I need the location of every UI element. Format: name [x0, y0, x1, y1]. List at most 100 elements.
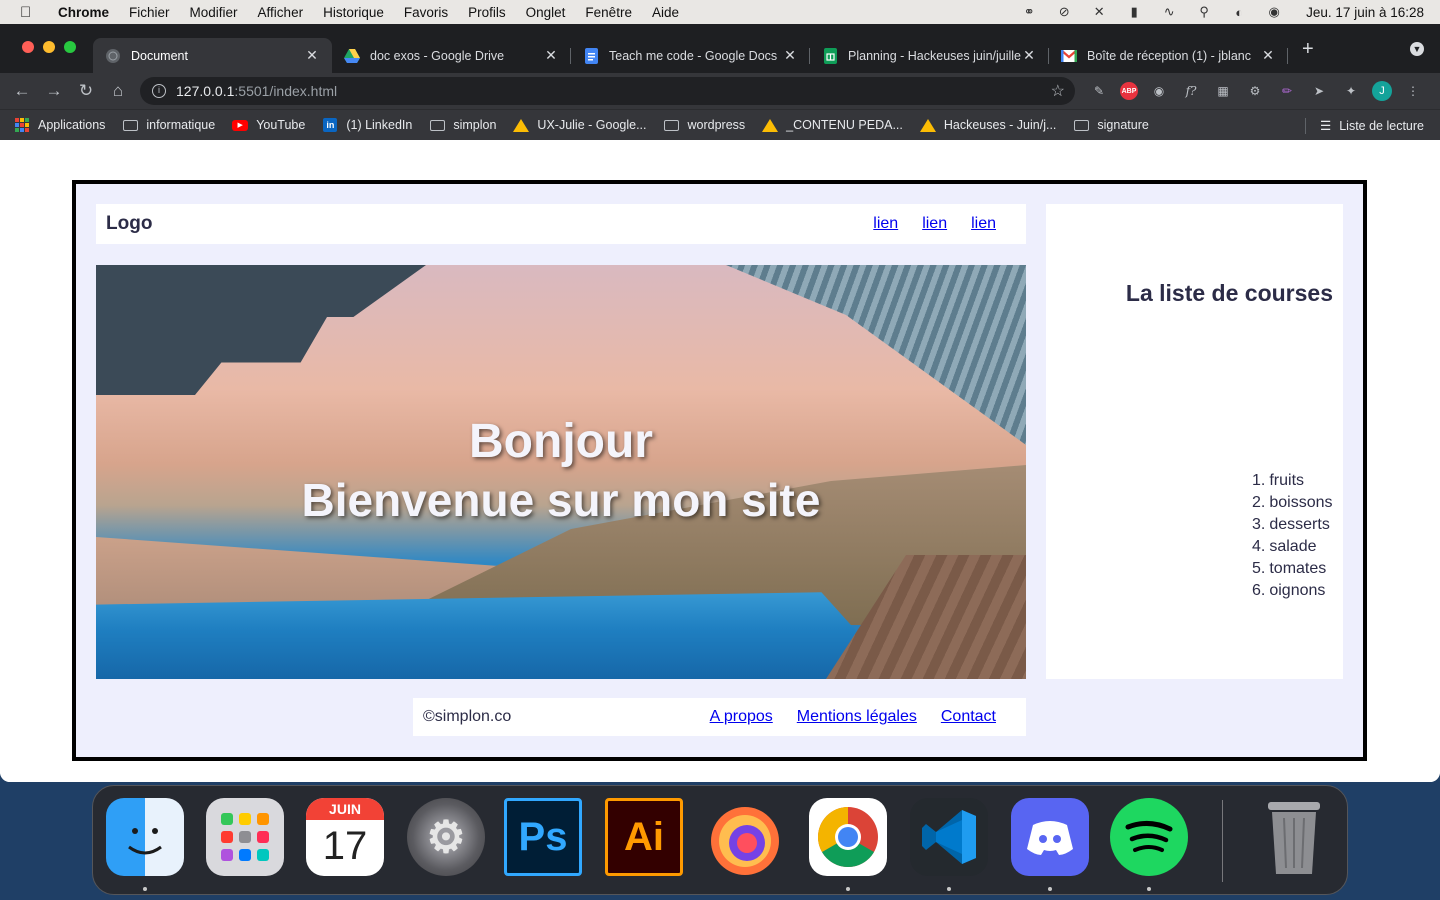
google-drive-icon — [919, 118, 936, 132]
new-tab-icon[interactable]: + — [1302, 38, 1314, 61]
bookmark-hackeuses[interactable]: Hackeuses - Juin/j... — [919, 118, 1057, 132]
running-indicator — [1048, 887, 1052, 891]
bookmark-ux-julie[interactable]: UX-Julie - Google... — [513, 118, 647, 132]
mute-icon[interactable]: ⊘ — [1053, 4, 1075, 20]
wifi-icon[interactable]: ∿ — [1158, 4, 1180, 20]
close-tab-icon[interactable]: ✕ — [304, 47, 320, 64]
menu-fichier[interactable]: Fichier — [129, 5, 170, 20]
siri-icon[interactable]: ◉ — [1263, 4, 1285, 20]
bookmark-label: simplon — [453, 118, 497, 132]
bluetooth-icon[interactable]: ✕ — [1088, 4, 1110, 20]
bookmark-youtube[interactable]: ▶ YouTube — [232, 118, 305, 132]
firefox-icon[interactable] — [705, 798, 783, 876]
site-logo[interactable]: Logo — [106, 213, 152, 235]
bookmark-label: (1) LinkedIn — [346, 118, 413, 132]
vscode-icon[interactable] — [910, 798, 988, 876]
tab-gmail[interactable]: Boîte de réception (1) - jblanc ✕ — [1049, 38, 1288, 73]
menu-aide[interactable]: Aide — [652, 5, 679, 20]
menu-app-name[interactable]: Chrome — [58, 5, 109, 20]
tab-title: Document — [131, 48, 188, 63]
font-finder-extension-icon[interactable]: f? — [1180, 81, 1202, 101]
running-indicator — [846, 887, 850, 891]
close-tab-icon[interactable]: ✕ — [543, 47, 559, 64]
tab-google-docs[interactable]: Teach me code - Google Docs ✕ — [571, 38, 810, 73]
minimize-window-button[interactable] — [43, 41, 55, 53]
menu-onglet[interactable]: Onglet — [526, 5, 566, 20]
apps-grid-icon — [14, 118, 30, 132]
menu-profils[interactable]: Profils — [468, 5, 506, 20]
shopping-list: 1. fruits 2. boissons 3. desserts 4. salade … — [1252, 470, 1333, 602]
spotify-icon[interactable] — [1110, 798, 1188, 876]
kebab-menu-icon[interactable]: ⋮ — [1402, 81, 1424, 101]
reader-extension-icon[interactable]: ▦ — [1212, 81, 1234, 101]
menu-historique[interactable]: Historique — [323, 5, 384, 20]
gear-extension-icon[interactable]: ⚙ — [1244, 81, 1266, 101]
home-icon[interactable]: ⌂ — [109, 81, 127, 100]
list-item: 3. desserts — [1252, 514, 1333, 536]
tab-google-sheets[interactable]: Planning - Hackeuses juin/juille ✕ — [810, 38, 1049, 73]
launchpad-icon[interactable] — [206, 798, 284, 876]
chrome-icon[interactable] — [809, 798, 887, 876]
bookmark-contenu-peda[interactable]: _CONTENU PEDA... — [762, 118, 903, 132]
footer-link-mentions-legales[interactable]: Mentions légales — [797, 708, 917, 726]
spotlight-search-icon[interactable]: ⚲ — [1193, 4, 1215, 20]
battery-icon[interactable]: ▮ — [1123, 4, 1145, 20]
control-center-icon[interactable]: ◐ — [1228, 4, 1250, 20]
bookmark-label: Hackeuses - Juin/j... — [943, 118, 1057, 132]
address-bar[interactable]: i 127.0.0.1:5501/index.html ☆ — [140, 77, 1075, 105]
close-tab-icon[interactable]: ✕ — [1260, 47, 1276, 64]
list-item-number: 1. — [1252, 472, 1266, 489]
calendar-day: 17 — [322, 824, 368, 868]
nav-link-1[interactable]: lien — [873, 215, 898, 233]
trash-icon[interactable] — [1255, 798, 1333, 876]
illustrator-icon[interactable]: Ai — [605, 798, 683, 876]
menu-modifier[interactable]: Modifier — [190, 5, 238, 20]
back-arrow-icon[interactable]: ← — [13, 81, 31, 100]
bookmark-signature[interactable]: signature — [1073, 118, 1149, 132]
photoshop-icon[interactable]: Ps — [504, 798, 582, 876]
profile-avatar[interactable]: J — [1372, 81, 1392, 101]
zoom-window-button[interactable] — [64, 41, 76, 53]
calendar-icon[interactable]: JUIN 17 — [306, 798, 384, 876]
bookmark-applications[interactable]: Applications — [14, 118, 105, 132]
close-tab-icon[interactable]: ✕ — [1021, 47, 1037, 64]
bookmark-label: UX-Julie - Google... — [537, 118, 647, 132]
bookmark-informatique[interactable]: informatique — [122, 118, 215, 132]
nav-link-2[interactable]: lien — [922, 215, 947, 233]
menu-favoris[interactable]: Favoris — [404, 5, 448, 20]
bookmark-wordpress[interactable]: wordpress — [664, 118, 745, 132]
tab-google-drive[interactable]: doc exos - Google Drive ✕ — [332, 38, 571, 73]
footer-link-contact[interactable]: Contact — [941, 708, 996, 726]
forward-arrow-icon[interactable]: → — [45, 81, 63, 100]
tab-document[interactable]: Document ✕ — [93, 38, 332, 73]
reading-list-button[interactable]: ☰ Liste de lecture — [1305, 110, 1424, 141]
close-window-button[interactable] — [22, 41, 34, 53]
running-indicator — [1147, 887, 1151, 891]
creative-cloud-icon[interactable]: ⚭ — [1018, 4, 1040, 20]
google-drive-icon — [762, 118, 779, 132]
menu-fenetre[interactable]: Fenêtre — [585, 5, 632, 20]
bookmark-simplon[interactable]: simplon — [429, 118, 496, 132]
cursor-extension-icon[interactable]: ➤ — [1308, 81, 1330, 101]
reload-icon[interactable]: ↻ — [77, 81, 95, 100]
finder-icon[interactable] — [106, 798, 184, 876]
screen-record-extension-icon[interactable]: ◉ — [1148, 81, 1170, 101]
list-item-text: oignons — [1269, 582, 1326, 599]
menu-clock[interactable]: Jeu. 17 juin à 16:28 — [1306, 5, 1424, 20]
site-info-icon[interactable]: i — [152, 84, 166, 98]
extensions-puzzle-icon[interactable]: ✦ — [1340, 81, 1362, 101]
footer-link-a-propos[interactable]: A propos — [710, 708, 773, 726]
menu-afficher[interactable]: Afficher — [258, 5, 304, 20]
apple-icon[interactable]:  — [20, 4, 40, 21]
close-tab-icon[interactable]: ✕ — [782, 47, 798, 64]
tab-search-icon[interactable]: ▼ — [1410, 42, 1424, 56]
discord-icon[interactable] — [1011, 798, 1089, 876]
tab-strip: Document ✕ doc exos - Google Drive ✕ Tea… — [0, 24, 1440, 73]
bookmark-linkedin[interactable]: in (1) LinkedIn — [322, 118, 412, 132]
adblock-plus-icon[interactable]: ABP — [1120, 82, 1138, 100]
nav-link-3[interactable]: lien — [971, 215, 996, 233]
color-picker-extension-icon[interactable]: ✎ — [1088, 81, 1110, 101]
bookmark-star-icon[interactable]: ☆ — [1051, 81, 1065, 101]
system-preferences-icon[interactable]: ⚙ — [407, 798, 485, 876]
pen-extension-icon[interactable]: ✏ — [1276, 81, 1298, 101]
